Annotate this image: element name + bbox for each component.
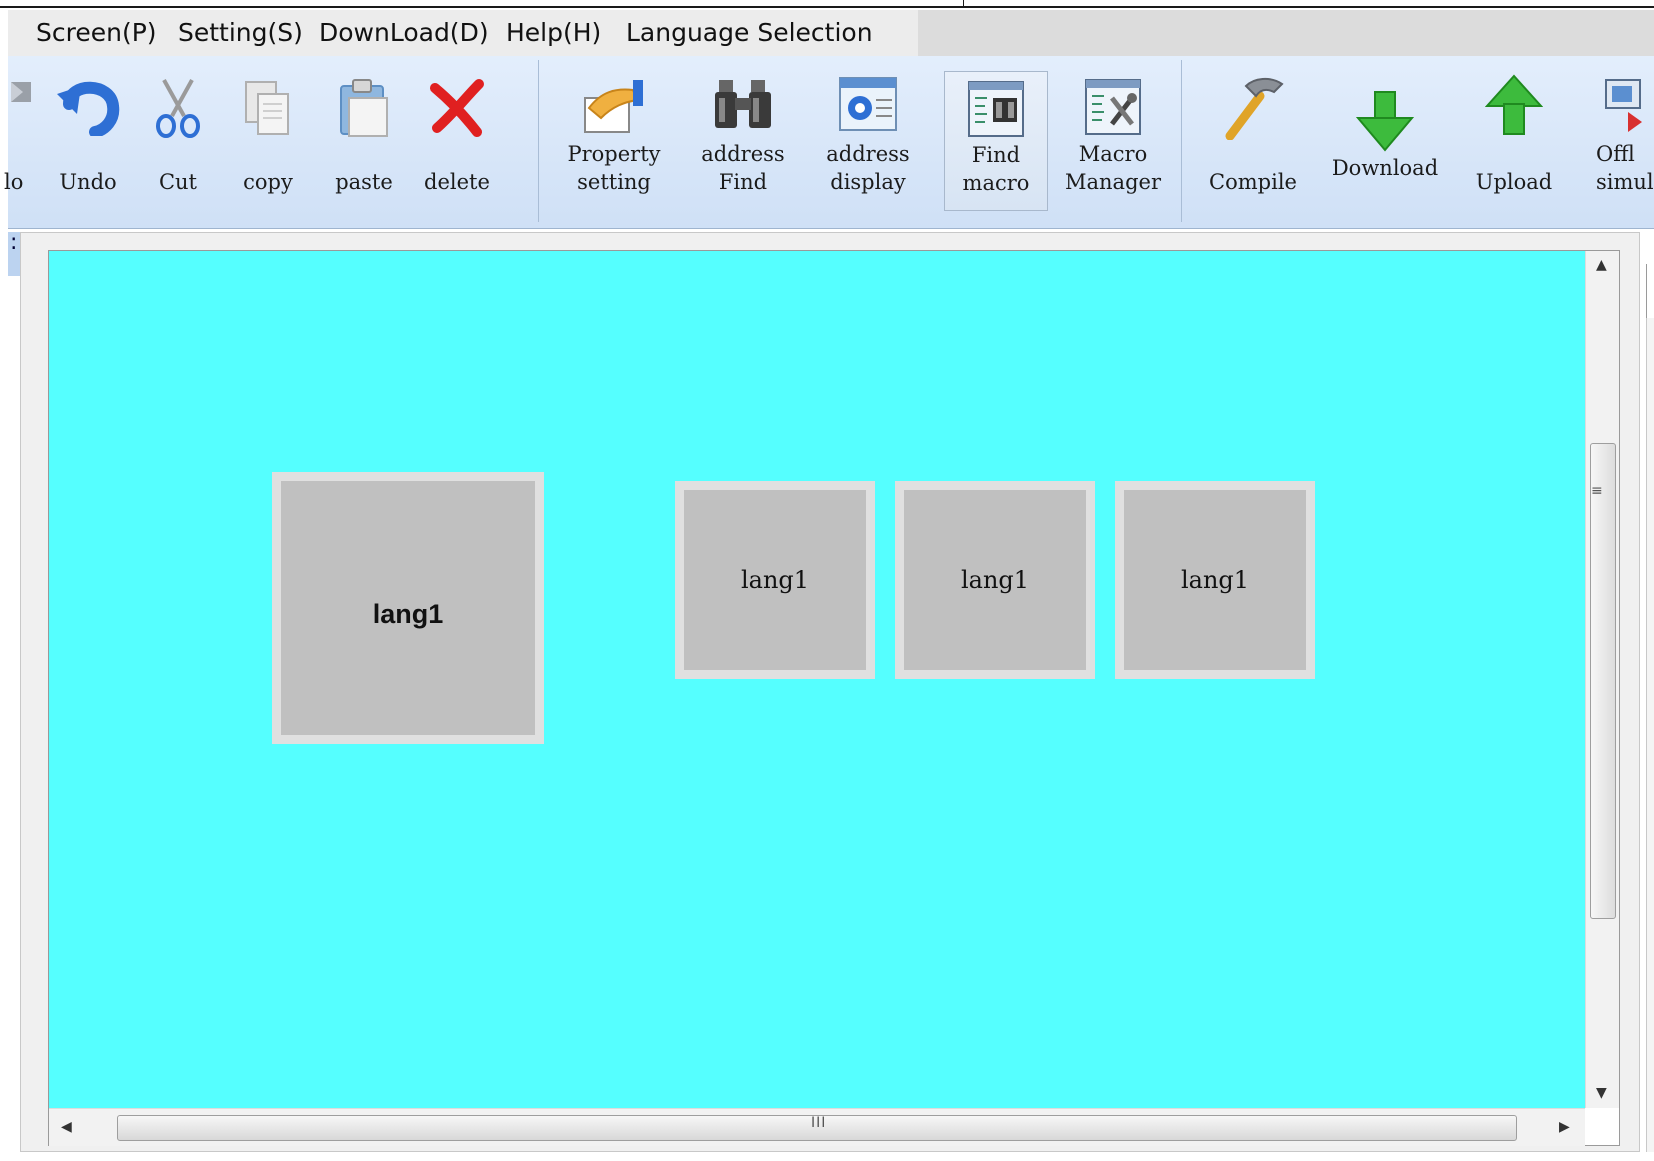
paste-label: paste: [335, 170, 393, 194]
redo-button[interactable]: lo: [0, 56, 40, 228]
find-macro-icon: [967, 80, 1025, 143]
lang-box-large[interactable]: lang1: [272, 472, 544, 744]
address-find-label: address Find: [701, 142, 785, 194]
toolbar: lo Undo Cut copy paste delete Property s…: [4, 56, 1654, 229]
down-arrow-icon: [1355, 90, 1415, 157]
find-macro-label: Find macro: [962, 143, 1030, 195]
window-top-border: [0, 6, 1654, 8]
offline-simulation-button[interactable]: Offl simul: [1592, 56, 1654, 228]
delete-button[interactable]: delete: [412, 56, 502, 228]
window-top-tick: [963, 0, 964, 6]
right-panel-edge: [1646, 318, 1654, 1152]
scroll-up-arrow-icon[interactable]: ▲: [1596, 257, 1607, 273]
redo-icon: [5, 78, 35, 123]
cut-label: Cut: [158, 170, 198, 194]
menu-download[interactable]: DownLoad(D): [319, 10, 489, 56]
left-panel-marker-icon: :: [10, 230, 18, 255]
download-button[interactable]: Download: [1330, 56, 1440, 228]
vertical-scrollbar[interactable]: ▲ ≡ ▼: [1585, 251, 1619, 1108]
screen-canvas[interactable]: lang1 lang1 lang1 lang1: [49, 251, 1585, 1108]
delete-label: delete: [424, 170, 490, 194]
compile-label: Compile: [1209, 170, 1297, 194]
upload-label: Upload: [1475, 170, 1553, 194]
undo-label: Undo: [59, 170, 117, 194]
menu-setting[interactable]: Setting(S): [178, 10, 303, 56]
menu-bar: Screen(P) Setting(S) DownLoad(D) Help(H)…: [8, 10, 1654, 56]
scissors-icon: [150, 76, 206, 143]
offline-sim-icon: [1604, 78, 1644, 139]
macro-manager-icon: [1084, 78, 1142, 141]
app-window: Screen(P) Setting(S) DownLoad(D) Help(H)…: [0, 0, 1654, 1161]
scroll-right-arrow-icon[interactable]: ▶: [1559, 1119, 1570, 1135]
download-label: Download: [1331, 156, 1439, 180]
hammer-icon: [1220, 74, 1286, 145]
address-find-button[interactable]: address Find: [688, 56, 798, 228]
lang-box-3[interactable]: lang1: [1115, 481, 1315, 679]
paste-icon: [337, 78, 391, 143]
redo-label: lo: [4, 170, 24, 194]
horizontal-scrollbar[interactable]: ◀ III ▶: [49, 1108, 1585, 1146]
scroll-down-arrow-icon[interactable]: ▼: [1596, 1085, 1607, 1101]
scroll-left-arrow-icon[interactable]: ◀: [61, 1119, 72, 1135]
property-card-icon: [581, 78, 647, 141]
copy-icon: [242, 78, 294, 143]
up-arrow-icon: [1484, 74, 1544, 141]
lang-box-label: lang1: [372, 598, 444, 629]
property-setting-label: Property setting: [567, 142, 661, 194]
address-window-icon: [838, 76, 898, 137]
copy-label: copy: [243, 170, 293, 194]
find-macro-button[interactable]: Find macro: [944, 71, 1048, 211]
menu-language-selection[interactable]: Language Selection: [626, 10, 873, 56]
toolbar-separator: [538, 60, 539, 222]
copy-button[interactable]: copy: [228, 56, 308, 228]
property-setting-button[interactable]: Property setting: [548, 56, 680, 228]
menu-help[interactable]: Help(H): [506, 10, 601, 56]
upload-button[interactable]: Upload: [1464, 56, 1564, 228]
horizontal-scroll-grip-icon: III: [811, 1115, 827, 1131]
toolbar-separator: [1181, 60, 1182, 222]
lang-box-label: lang1: [960, 566, 1030, 594]
right-panel-edge: [1646, 264, 1654, 318]
macro-manager-button[interactable]: Macro Manager: [1058, 56, 1168, 228]
lang-box-1[interactable]: lang1: [675, 481, 875, 679]
binoculars-icon: [713, 76, 773, 137]
macro-manager-label: Macro Manager: [1065, 142, 1161, 194]
compile-button[interactable]: Compile: [1198, 56, 1308, 228]
vertical-scroll-thumb[interactable]: [1590, 443, 1616, 919]
lang-box-label: lang1: [1180, 566, 1250, 594]
lang-box-2[interactable]: lang1: [895, 481, 1095, 679]
lang-box-label: lang1: [740, 566, 810, 594]
offline-simulation-label: Offl simul: [1596, 142, 1654, 194]
vertical-scroll-grip-icon: ≡: [1591, 483, 1603, 499]
menu-screen[interactable]: Screen(P): [36, 10, 157, 56]
undo-button[interactable]: Undo: [48, 56, 128, 228]
paste-button[interactable]: paste: [314, 56, 414, 228]
cut-button[interactable]: Cut: [144, 56, 212, 228]
undo-icon: [55, 74, 121, 141]
address-display-button[interactable]: address display: [808, 56, 928, 228]
address-display-label: address display: [826, 142, 910, 194]
delete-x-icon: [427, 78, 487, 143]
